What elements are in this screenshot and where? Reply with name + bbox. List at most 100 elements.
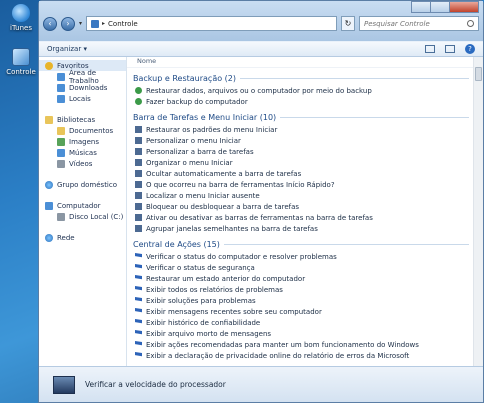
task-link[interactable]: Agrupar janelas semelhantes na barra de … xyxy=(133,223,469,234)
taskbar-icon xyxy=(135,126,142,133)
nav-item-bibliotecas[interactable]: Bibliotecas xyxy=(39,114,126,125)
task-link[interactable]: Exibir mensagens recentes sobre seu comp… xyxy=(133,306,469,317)
maximize-button[interactable] xyxy=(430,1,450,13)
task-label: Bloquear ou desbloquear a barra de taref… xyxy=(146,202,300,211)
nav-item-computador[interactable]: Computador xyxy=(39,200,126,211)
nav-item-label: Vídeos xyxy=(69,159,93,168)
backup-icon xyxy=(135,98,142,105)
taskbar-icon xyxy=(135,181,142,188)
back-button[interactable]: ‹ xyxy=(43,16,57,31)
desktop-icon-label: Controle xyxy=(6,68,36,76)
group-header[interactable]: Central de Ações (15) xyxy=(133,237,469,251)
search-icon[interactable] xyxy=(467,20,474,27)
nav-item-area-de-trabalho[interactable]: Área de Trabalho xyxy=(39,69,126,85)
window-body: Favoritos Área de Trabalho Downloads Loc… xyxy=(39,57,483,366)
content-pane: Nome Backup e Restauração (2) Restaurar d… xyxy=(127,57,483,366)
help-icon[interactable]: ? xyxy=(465,44,475,54)
task-label: Organizar o menu Iniciar xyxy=(146,158,233,167)
task-link[interactable]: Verificar o status de segurança xyxy=(133,262,469,273)
column-header-nome[interactable]: Nome xyxy=(127,57,483,68)
task-link[interactable]: O que ocorreu na barra de ferramentas In… xyxy=(133,179,469,190)
task-label: Personalizar a barra de tarefas xyxy=(146,147,254,156)
scrollbar-thumb[interactable] xyxy=(475,67,482,81)
refresh-button[interactable]: ↻ xyxy=(341,16,355,31)
task-link[interactable]: Exibir ações recomendadas para manter um… xyxy=(133,339,469,350)
task-label: Exibir a declaração de privacidade onlin… xyxy=(146,351,410,360)
taskbar-icon xyxy=(135,137,142,144)
control-panel-icon xyxy=(12,48,30,66)
nav-item-rede[interactable]: Rede xyxy=(39,232,126,243)
nav-item-locais[interactable]: Locais xyxy=(39,93,126,104)
group-title: Backup e Restauração (2) xyxy=(133,73,236,83)
group-header[interactable]: Backup e Restauração (2) xyxy=(133,71,469,85)
close-button[interactable] xyxy=(449,1,479,13)
address-text[interactable]: Controle xyxy=(108,20,138,28)
flag-icon xyxy=(135,286,142,291)
star-icon xyxy=(45,61,53,70)
task-link[interactable]: Restaurar um estado anterior do computad… xyxy=(133,273,469,284)
task-label: Exibir soluções para problemas xyxy=(146,296,256,305)
nav-item-label: Grupo doméstico xyxy=(57,180,118,189)
search-box[interactable] xyxy=(359,16,479,31)
task-link[interactable]: Restaurar os padrões do menu Iniciar xyxy=(133,124,469,135)
organize-button[interactable]: Organizar ▾ xyxy=(47,45,87,53)
history-dropdown-icon[interactable]: ▾ xyxy=(79,20,82,27)
preview-pane-icon[interactable] xyxy=(445,45,455,53)
taskbar-icon xyxy=(135,225,142,232)
minimize-button[interactable] xyxy=(411,1,431,13)
task-label: Exibir histórico de confiabilidade xyxy=(146,318,261,327)
group-divider xyxy=(223,243,469,245)
group-header[interactable]: Barra de Tarefas e Menu Iniciar (10) xyxy=(133,110,469,124)
task-link[interactable]: Bloquear ou desbloquear a barra de taref… xyxy=(133,201,469,212)
flag-icon xyxy=(135,253,142,258)
task-link[interactable]: Personalizar a barra de tarefas xyxy=(133,146,469,157)
nav-item-label: Rede xyxy=(57,233,75,242)
task-list: Backup e Restauração (2) Restaurar dados,… xyxy=(127,71,483,361)
nav-item-videos[interactable]: Vídeos xyxy=(39,158,126,169)
desktop-icon-itunes[interactable]: iTunes xyxy=(6,4,36,32)
view-options-icon[interactable] xyxy=(425,45,435,53)
task-link[interactable]: Ativar ou desativar as barras de ferrame… xyxy=(133,212,469,223)
group-title: Barra de Tarefas e Menu Iniciar (10) xyxy=(133,112,277,122)
nav-item-disco-local[interactable]: Disco Local (C:) xyxy=(39,211,126,222)
task-label: Ocultar automaticamente a barra de taref… xyxy=(146,169,302,178)
nav-item-imagens[interactable]: Imagens xyxy=(39,136,126,147)
chevron-right-icon[interactable]: ▸ xyxy=(102,20,105,27)
desktop-icon-controle[interactable]: Controle xyxy=(6,48,36,76)
task-label: Restaurar dados, arquivos ou o computado… xyxy=(146,86,372,95)
task-link[interactable]: Exibir todos os relatórios de problemas xyxy=(133,284,469,295)
task-link[interactable]: Verificar o status do computador e resol… xyxy=(133,251,469,262)
task-link[interactable]: Exibir arquivo morto de mensagens xyxy=(133,328,469,339)
task-link[interactable]: Exibir a declaração de privacidade onlin… xyxy=(133,350,469,361)
nav-item-label: Downloads xyxy=(69,83,108,92)
search-input[interactable] xyxy=(364,19,464,28)
task-label: Ativar ou desativar as barras de ferrame… xyxy=(146,213,373,222)
task-link[interactable]: Localizar o menu Iniciar ausente xyxy=(133,190,469,201)
downloads-icon xyxy=(57,83,65,92)
nav-item-musicas[interactable]: Músicas xyxy=(39,147,126,158)
desktop-icon-label: iTunes xyxy=(10,24,32,32)
nav-item-documentos[interactable]: Documentos xyxy=(39,125,126,136)
nav-item-grupo-domestico[interactable]: Grupo doméstico xyxy=(39,179,126,190)
computer-icon xyxy=(45,201,53,210)
task-link[interactable]: Exibir soluções para problemas xyxy=(133,295,469,306)
address-bar[interactable]: ▸ Controle xyxy=(86,16,337,31)
flag-icon xyxy=(135,341,142,346)
task-label: Restaurar os padrões do menu Iniciar xyxy=(146,125,278,134)
taskbar-icon xyxy=(135,192,142,199)
nav-item-label: Bibliotecas xyxy=(57,115,96,124)
task-link[interactable]: Exibir histórico de confiabilidade xyxy=(133,317,469,328)
desktop-icon xyxy=(57,72,65,81)
task-link[interactable]: Restaurar dados, arquivos ou o computado… xyxy=(133,85,469,96)
libraries-icon xyxy=(45,115,53,124)
task-link[interactable]: Personalizar o menu Iniciar xyxy=(133,135,469,146)
task-link[interactable]: Ocultar automaticamente a barra de taref… xyxy=(133,168,469,179)
nav-item-label: Computador xyxy=(57,201,101,210)
flag-icon xyxy=(135,297,142,302)
control-panel-icon xyxy=(91,19,100,28)
vertical-scrollbar[interactable] xyxy=(473,57,483,366)
forward-button[interactable]: › xyxy=(61,16,75,31)
flag-icon xyxy=(135,264,142,269)
task-link[interactable]: Fazer backup do computador xyxy=(133,96,469,107)
task-link[interactable]: Organizar o menu Iniciar xyxy=(133,157,469,168)
